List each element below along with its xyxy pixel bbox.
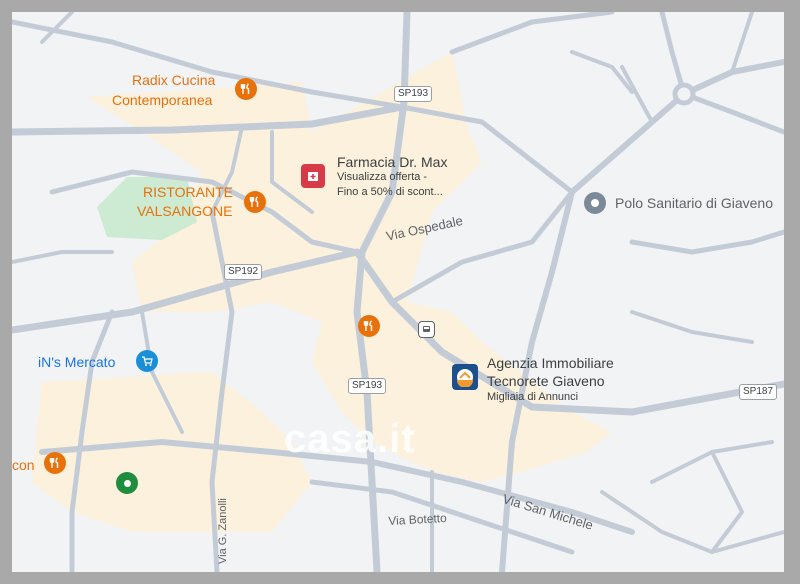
road-shield-sp192: SP192 <box>224 264 263 280</box>
poi-agenzia-sub: Migliaia di Annunci <box>487 391 579 403</box>
restaurant-icon[interactable] <box>358 315 380 337</box>
restaurant-icon[interactable] <box>244 191 266 213</box>
medical-pin-icon[interactable] <box>584 192 606 214</box>
poi-agenzia-line1[interactable]: Agenzia Immobiliare <box>487 356 614 370</box>
casa-watermark: casa.it <box>284 417 416 461</box>
poi-farmacia-sub1: Visualizza offerta - <box>337 171 428 183</box>
poi-ristorante-label-line1[interactable]: RISTORANTE <box>143 185 233 199</box>
poi-ristorante-label-line2[interactable]: VALSANGONE <box>137 204 232 218</box>
shopping-cart-icon[interactable] <box>136 350 158 372</box>
restaurant-icon[interactable] <box>44 452 66 474</box>
road-shield-sp193-top: SP193 <box>394 86 433 102</box>
real-estate-icon[interactable] <box>452 364 478 390</box>
map-frame: casa.it Radix Cucina Contemporanea RISTO… <box>0 0 800 584</box>
bus-stop-icon[interactable] <box>418 321 435 338</box>
street-via-zanolli: Via G. Zanolli <box>217 498 229 564</box>
poi-partial-left-label[interactable]: con <box>12 458 35 472</box>
road-shield-sp193-bottom: SP193 <box>348 378 387 394</box>
restaurant-icon[interactable] <box>235 78 257 100</box>
poi-agenzia-line2[interactable]: Tecnorete Giaveno <box>487 374 605 388</box>
road-shield-sp187: SP187 <box>739 384 778 400</box>
poi-farmacia-sub2: Fino a 50% di scont... <box>337 186 443 198</box>
poi-polo-sanitario-label[interactable]: Polo Sanitario di Giaveno <box>615 196 773 210</box>
map-canvas[interactable]: casa.it Radix Cucina Contemporanea RISTO… <box>12 12 784 572</box>
poi-farmacia-name[interactable]: Farmacia Dr. Max <box>337 155 447 169</box>
street-via-botetto: Via Botetto <box>387 510 448 528</box>
poi-radix-label-line1[interactable]: Radix Cucina <box>132 73 215 87</box>
poi-mercato-label[interactable]: iN's Mercato <box>38 355 115 369</box>
roundabout <box>672 82 696 106</box>
pharmacy-icon[interactable] <box>301 164 325 188</box>
poi-radix-label-line2[interactable]: Contemporanea <box>112 93 212 107</box>
location-pin-icon[interactable] <box>116 472 138 494</box>
